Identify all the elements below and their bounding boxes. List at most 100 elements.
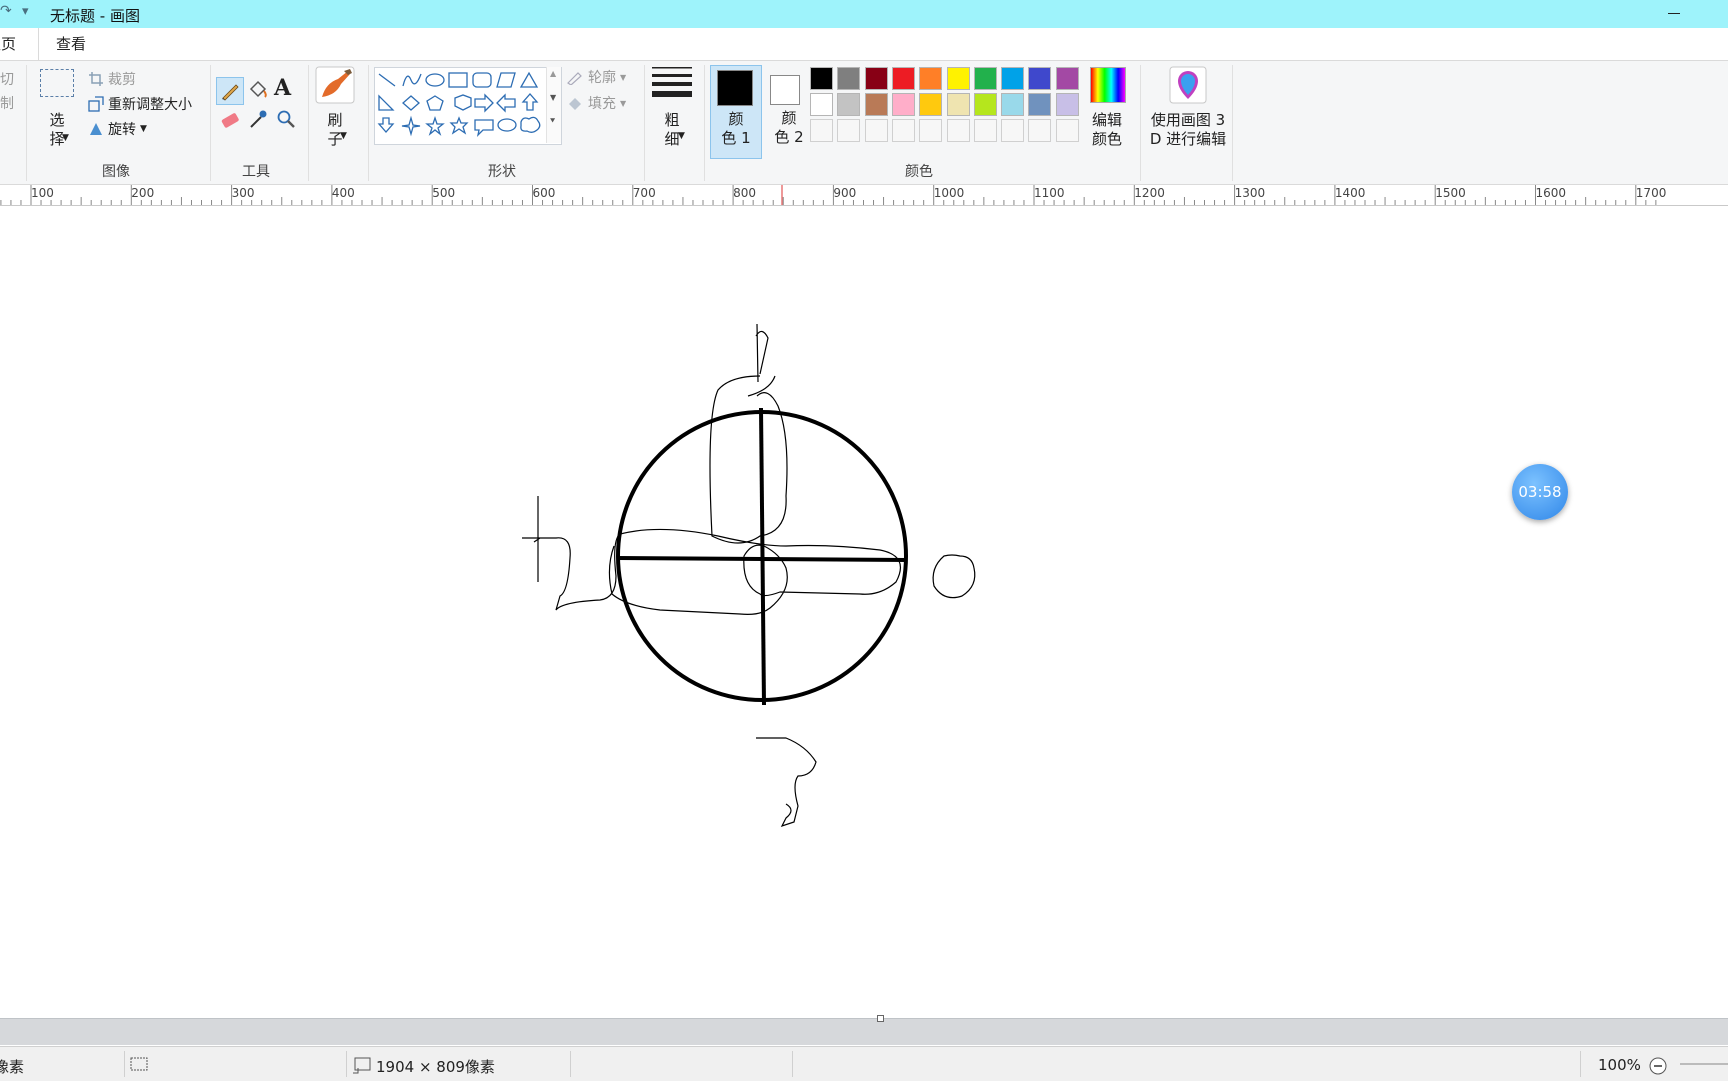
cursor-position-text: 像素 <box>0 1058 25 1076</box>
palette-color-swatch[interactable] <box>1001 93 1025 116</box>
drawn-scribbles <box>522 323 976 828</box>
palette-color-swatch[interactable] <box>1028 93 1052 116</box>
minimize-button[interactable] <box>1660 0 1688 28</box>
select-dropdown-icon[interactable]: ▼ <box>62 133 69 143</box>
ruler-label: 800 <box>733 186 756 200</box>
palette-color-swatch[interactable] <box>1028 67 1052 90</box>
paint3d-button[interactable]: 使用画图 3 D 进行编辑 <box>1146 65 1230 165</box>
color-palette <box>810 67 1086 151</box>
palette-color-swatch[interactable] <box>864 93 888 116</box>
palette-color-swatch[interactable] <box>810 67 833 90</box>
rotate-button[interactable]: 旋转 ▼ <box>88 119 147 139</box>
palette-color-swatch[interactable] <box>810 93 833 116</box>
scroll-down-icon[interactable]: ▼ <box>550 93 556 102</box>
palette-color-swatch[interactable] <box>891 67 915 90</box>
palette-color-swatch[interactable] <box>1055 93 1079 116</box>
zoom-out-icon[interactable] <box>1648 1056 1668 1076</box>
drawing <box>522 323 976 828</box>
quick-access-dropdown-icon[interactable]: ▾ <box>22 4 29 19</box>
palette-color-swatch[interactable] <box>946 93 970 116</box>
shapes-group-label: 形状 <box>488 164 516 180</box>
window-title: 无标题 - 画图 <box>50 7 140 25</box>
palette-color-swatch[interactable] <box>1055 119 1079 142</box>
separator <box>26 65 27 181</box>
palette-color-swatch[interactable] <box>973 93 997 116</box>
selection-size-icon <box>130 1057 148 1071</box>
palette-color-swatch[interactable] <box>1028 119 1052 142</box>
magnifier-icon[interactable] <box>274 107 298 131</box>
palette-color-swatch[interactable] <box>891 93 915 116</box>
select-button[interactable]: 选 择 <box>40 111 74 149</box>
ruler-label: 300 <box>231 186 255 200</box>
outline-icon <box>567 72 582 85</box>
palette-color-swatch[interactable] <box>1001 119 1025 142</box>
ruler-label: 1600 <box>1535 186 1567 200</box>
palette-color-swatch[interactable] <box>973 67 997 90</box>
crop-button[interactable]: 裁剪 <box>88 69 136 89</box>
brush-button[interactable]: 刷 子 ▼ <box>314 65 356 175</box>
horizontal-scrollbar[interactable] <box>0 1015 1728 1045</box>
palette-color-swatch[interactable] <box>1055 67 1079 90</box>
palette-color-swatch[interactable] <box>946 119 970 142</box>
palette-color-swatch[interactable] <box>919 67 943 90</box>
tab-home[interactable]: 主页 <box>0 28 39 60</box>
eraser-icon[interactable] <box>218 107 242 131</box>
palette-color-swatch[interactable] <box>1001 67 1025 90</box>
resize-button[interactable]: 重新调整大小 <box>88 94 192 114</box>
ruler-label: 1500 <box>1435 186 1466 200</box>
palette-color-swatch[interactable] <box>837 119 861 142</box>
fill-label: 填充 <box>588 96 616 112</box>
tab-view-label: 查看 <box>56 35 87 53</box>
size-button[interactable]: 粗 细 ▼ <box>650 65 694 175</box>
brush-dropdown-icon: ▼ <box>340 131 347 141</box>
redo-icon[interactable]: ↷ <box>0 3 12 19</box>
quick-access-toolbar[interactable]: ↷ ▾ <box>0 3 38 24</box>
color-picker-icon[interactable] <box>246 107 270 131</box>
shapes-expand-icon[interactable]: ⯆ <box>549 117 556 127</box>
separator <box>1140 65 1141 181</box>
zoom-slider[interactable] <box>1680 1063 1728 1065</box>
brush-icon <box>315 66 355 104</box>
select-icon[interactable] <box>40 69 74 97</box>
fill-button[interactable]: 填充 ▼ <box>566 93 626 113</box>
palette-color-swatch[interactable] <box>891 119 915 142</box>
palette-color-swatch[interactable] <box>919 93 943 116</box>
ruler-label: 1000 <box>933 186 965 200</box>
separator <box>124 1051 125 1077</box>
tab-view[interactable]: 查看 <box>56 28 86 60</box>
shapes-scrollbar[interactable]: ▲ ▼ ⯆ <box>546 67 561 143</box>
shapes-gallery[interactable] <box>374 67 562 145</box>
colors-group-label: 颜色 <box>905 164 933 180</box>
copy-button[interactable]: 复制 <box>0 93 14 113</box>
cut-button[interactable]: 剪切 <box>0 69 14 89</box>
palette-color-swatch[interactable] <box>837 67 861 90</box>
color1-button[interactable]: 颜 色 1 <box>710 65 762 159</box>
crop-label: 裁剪 <box>108 72 136 88</box>
ruler-label: 1400 <box>1334 186 1366 200</box>
palette-color-swatch[interactable] <box>810 119 833 142</box>
scroll-up-icon[interactable]: ▲ <box>550 69 556 78</box>
text-tool-icon[interactable]: A <box>274 75 291 101</box>
maximize-button[interactable] <box>1706 7 1719 20</box>
canvas-resize-handle[interactable] <box>877 1015 884 1022</box>
separator <box>368 65 369 181</box>
copy-label: 复制 <box>0 96 14 112</box>
palette-color-swatch[interactable] <box>946 67 970 90</box>
color2-button[interactable]: 颜 色 2 <box>764 65 814 157</box>
separator <box>644 65 645 181</box>
edit-colors-button[interactable]: 编辑 颜色 <box>1088 65 1128 165</box>
zoom-level: 100% <box>1598 1056 1641 1074</box>
separator <box>210 65 211 181</box>
separator <box>570 1051 571 1077</box>
fill-bucket-icon[interactable] <box>246 77 270 101</box>
palette-color-swatch[interactable] <box>973 119 997 142</box>
palette-color-swatch[interactable] <box>919 119 943 142</box>
paint3d-label: 使用画图 3 D 进行编辑 <box>1149 111 1227 148</box>
recording-timer[interactable]: 03:58 <box>1512 464 1568 520</box>
outline-button[interactable]: 轮廓 ▼ <box>566 67 626 87</box>
tab-home-label: 主页 <box>0 35 17 53</box>
pencil-tool[interactable] <box>216 77 244 105</box>
palette-color-swatch[interactable] <box>864 119 888 142</box>
palette-color-swatch[interactable] <box>864 67 888 90</box>
palette-color-swatch[interactable] <box>837 93 861 116</box>
